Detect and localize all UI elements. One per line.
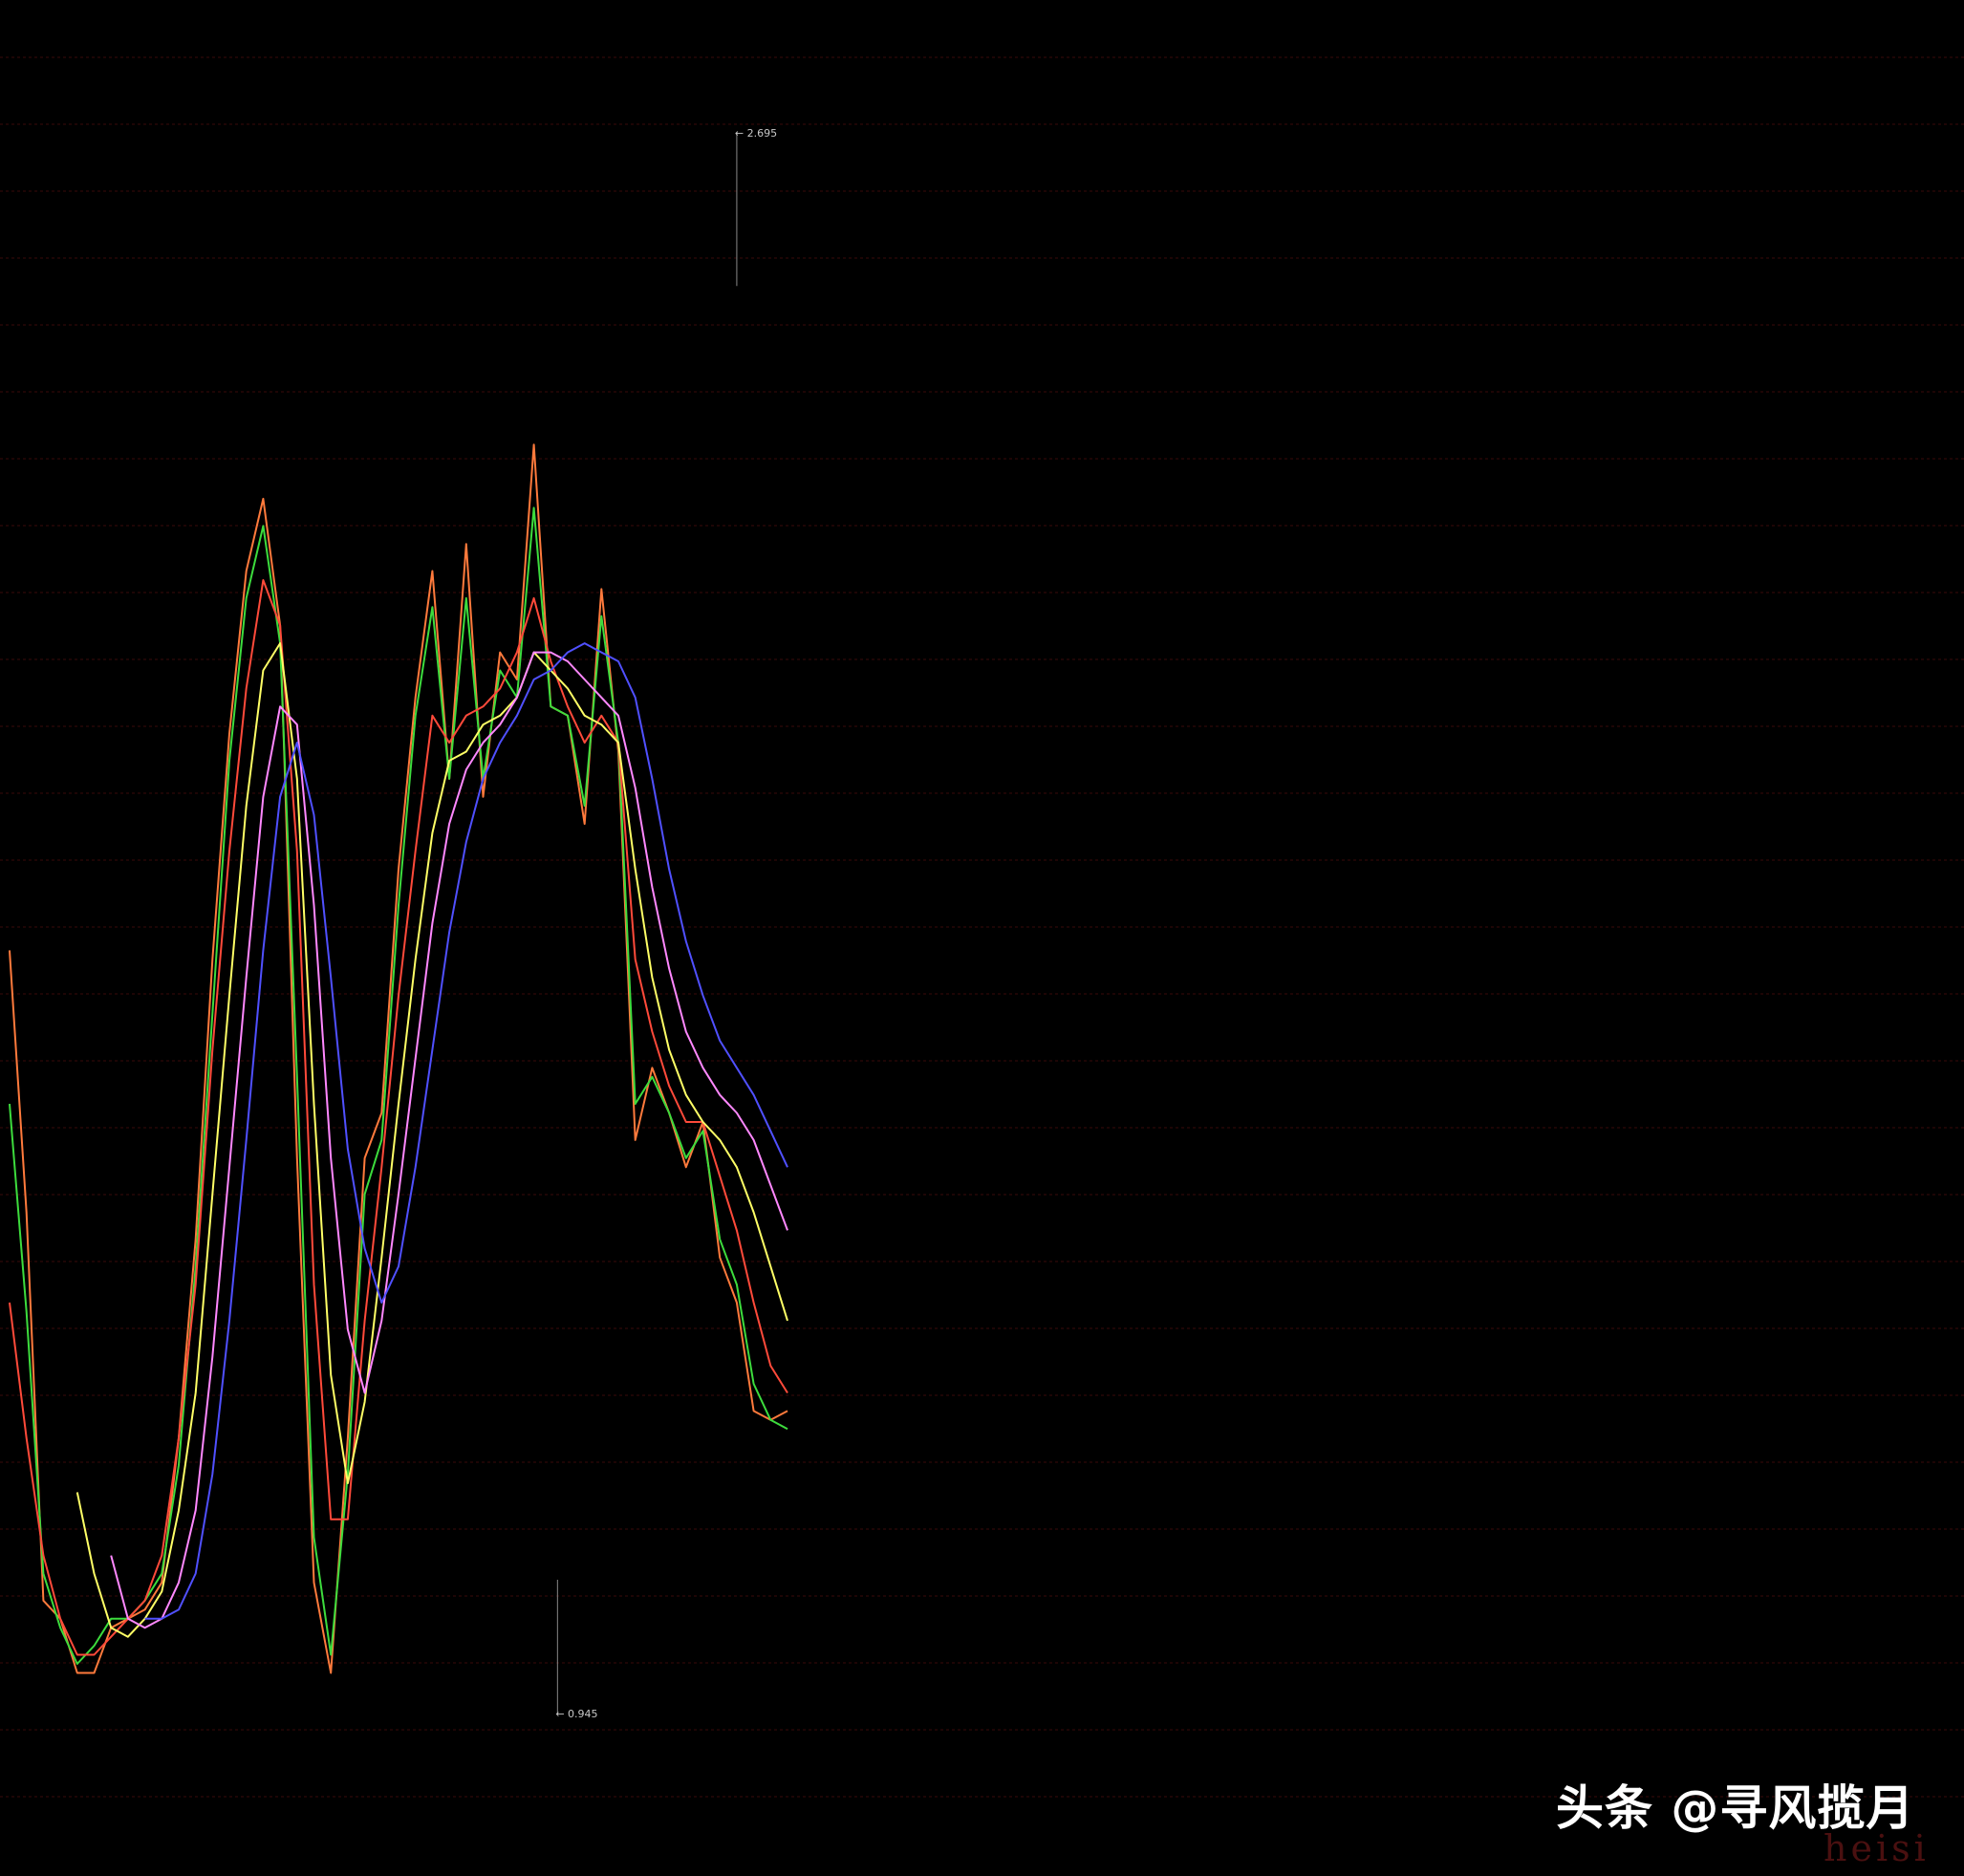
corner-mark: heisi bbox=[1824, 1827, 1930, 1869]
low-annotation: ← 0.945 bbox=[555, 1708, 597, 1720]
high-annotation: ← 2.695 bbox=[735, 127, 777, 140]
price-chart: ← 2.695 ← 0.945 bbox=[0, 0, 1964, 1876]
chart-canvas: ← 2.695 ← 0.945 bbox=[0, 0, 1964, 1876]
chart-background bbox=[0, 0, 1964, 1876]
